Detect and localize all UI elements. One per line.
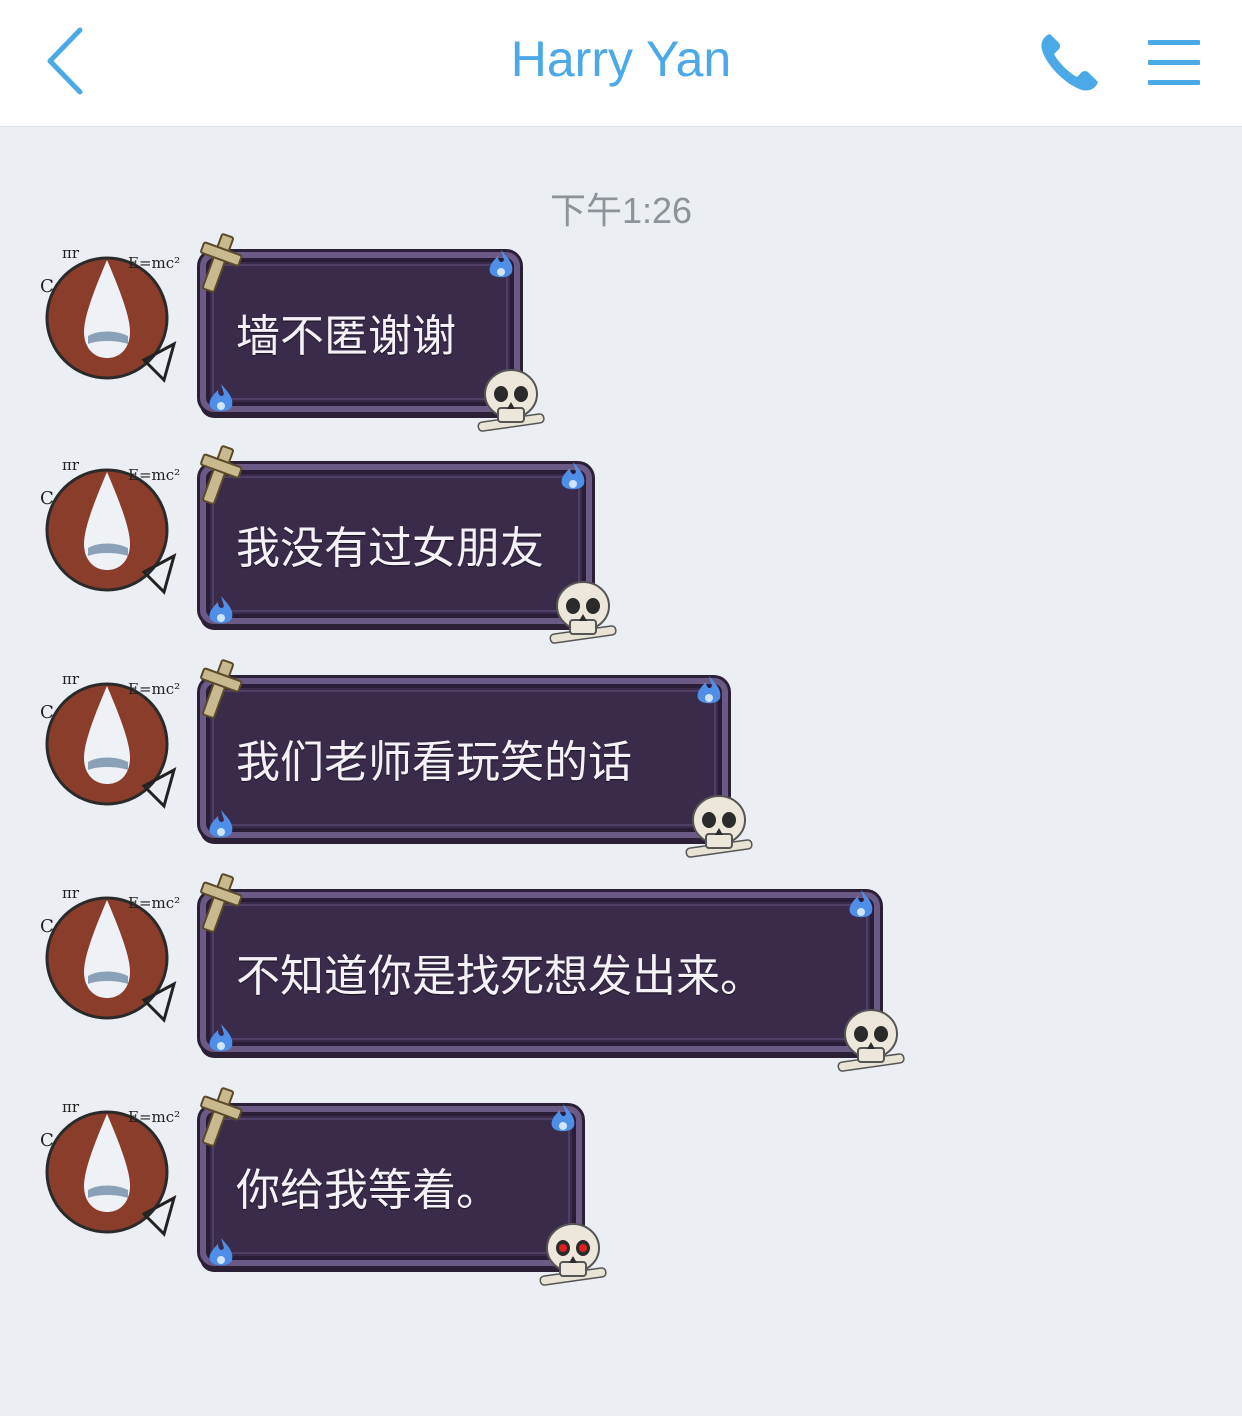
skull-icon — [685, 795, 753, 858]
svg-text:C: C — [40, 488, 54, 509]
svg-text:C: C — [40, 702, 54, 723]
blue-flame-icon — [849, 890, 873, 918]
svg-text:E=mc²: E=mc² — [128, 466, 180, 484]
back-button[interactable] — [40, 26, 96, 96]
message-text: 我们老师看玩笑的话 — [236, 737, 632, 788]
svg-text:E=mc²: E=mc² — [128, 680, 180, 698]
skull-red-eyes-icon — [539, 1223, 607, 1286]
svg-text:πr: πr — [62, 456, 80, 474]
message-row: C E=mc² πr 你给我等着。 — [0, 1087, 1242, 1294]
message-text: 不知道你是找死想发出来。 — [236, 951, 764, 1002]
phone-icon — [1041, 34, 1098, 91]
message-row: C E=mc² πr 不知道你是找死想发出来。 — [0, 873, 1242, 1080]
svg-text:πr: πr — [62, 244, 80, 262]
message-timestamp: 下午1:26 — [549, 190, 693, 231]
message-text: 墙不匿谢谢 — [236, 311, 456, 362]
message-bubble[interactable]: 不知道你是找死想发出来。 — [200, 873, 905, 1072]
message-row: C E=mc² πr 墙不匿谢谢 — [0, 233, 1242, 440]
blue-flame-icon — [209, 596, 233, 624]
message-bubble[interactable]: 我们老师看玩笑的话 — [200, 659, 753, 858]
skull-icon — [549, 581, 617, 644]
message-row: C E=mc² πr 我们老师看玩笑的话 — [0, 659, 1242, 866]
blue-flame-icon — [697, 676, 721, 704]
message-bubble[interactable]: 我没有过女朋友 — [200, 445, 617, 644]
blue-flame-icon — [209, 1024, 233, 1052]
avatar[interactable]: C E=mc² πr — [32, 452, 182, 602]
skull-icon — [477, 369, 545, 432]
message-bubble[interactable]: 墙不匿谢谢 — [200, 233, 545, 432]
menu-button[interactable] — [1146, 36, 1202, 88]
avatar[interactable]: C E=mc² πr — [32, 666, 182, 816]
svg-text:C: C — [40, 276, 54, 297]
message-text: 我没有过女朋友 — [236, 523, 544, 574]
message-bubble[interactable]: 你给我等着。 — [200, 1087, 607, 1286]
chevron-left-icon — [47, 27, 83, 95]
avatar[interactable]: C E=mc² πr — [32, 240, 182, 390]
svg-text:πr: πr — [62, 884, 80, 902]
blue-flame-icon — [561, 462, 585, 490]
blue-flame-icon — [209, 810, 233, 838]
blue-flame-icon — [209, 1238, 233, 1266]
avatar[interactable]: C E=mc² πr — [32, 1094, 182, 1244]
message-row: C E=mc² πr 我没有过女朋友 — [0, 445, 1242, 652]
svg-text:E=mc²: E=mc² — [128, 894, 180, 912]
avatar[interactable]: C E=mc² πr — [32, 880, 182, 1030]
skull-icon — [837, 1009, 905, 1072]
svg-text:πr: πr — [62, 670, 80, 688]
hamburger-menu-icon — [1148, 40, 1200, 85]
svg-text:E=mc²: E=mc² — [128, 254, 180, 272]
svg-text:C: C — [40, 1130, 54, 1151]
blue-flame-icon — [209, 384, 233, 412]
message-text: 你给我等着。 — [236, 1165, 500, 1216]
nav-bar: Harry Yan — [0, 0, 1242, 127]
svg-text:E=mc²: E=mc² — [128, 1108, 180, 1126]
svg-text:C: C — [40, 916, 54, 937]
blue-flame-icon — [489, 250, 513, 278]
blue-flame-icon — [551, 1104, 575, 1132]
svg-text:πr: πr — [62, 1098, 80, 1116]
call-button[interactable] — [1036, 30, 1102, 94]
